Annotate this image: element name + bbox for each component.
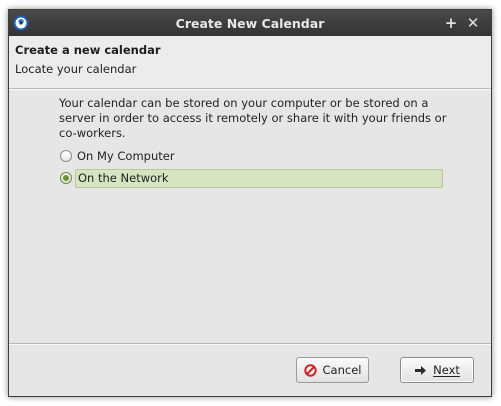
titlebar[interactable]: Create New Calendar + ✕: [9, 10, 491, 36]
radio-on-my-computer[interactable]: [60, 150, 72, 162]
header-divider: [9, 88, 491, 90]
page-title: Create a new calendar: [15, 43, 161, 57]
dialog-window: Create New Calendar + ✕ Create a new cal…: [8, 9, 492, 397]
next-button[interactable]: Next: [400, 357, 474, 383]
option-on-my-computer[interactable]: On My Computer: [59, 147, 239, 166]
close-button[interactable]: ✕: [465, 14, 481, 32]
radio-selected-dot: [63, 175, 69, 181]
option-on-the-network[interactable]: On the Network: [59, 169, 443, 188]
cancel-button[interactable]: Cancel: [296, 357, 369, 383]
page-subtitle: Locate your calendar: [15, 62, 137, 76]
radio-on-the-network[interactable]: [60, 172, 72, 184]
cancel-label: Cancel: [322, 363, 362, 377]
arrow-right-icon: [414, 364, 427, 377]
footer-divider: [9, 343, 491, 345]
option-label: On My Computer: [77, 149, 175, 163]
window-title: Create New Calendar: [175, 16, 325, 31]
description-text: Your calendar can be stored on your comp…: [59, 96, 447, 140]
next-label: Next: [433, 363, 460, 377]
cancel-icon: [303, 363, 317, 377]
maximize-button[interactable]: +: [443, 14, 459, 32]
option-label: On the Network: [75, 169, 443, 188]
wizard-header: Create a new calendar Locate your calend…: [9, 36, 491, 88]
